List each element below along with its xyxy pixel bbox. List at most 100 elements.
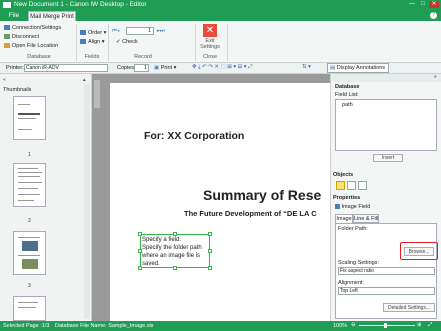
record-group-label: Record <box>134 54 152 60</box>
document-scrollbar-thumb[interactable] <box>94 80 100 108</box>
database-header: Database <box>335 84 360 90</box>
thumb-line <box>18 172 42 173</box>
thumb-line <box>18 307 36 308</box>
thumb-line <box>18 129 32 130</box>
thumb-image <box>22 259 38 269</box>
thumbnails-pane: « ▴ Thumbnails 1 2 3 <box>0 74 92 321</box>
connection-settings-button[interactable]: Connection/Settings <box>4 25 61 31</box>
toolbar-icons[interactable]: ✥ ⤓ ↶ ↷ ✕ ⬚ ⊞ ▾ ⊟ ▾ ⤢ <box>192 64 252 71</box>
field-list-label: Field List: <box>335 92 359 98</box>
fit-page-icon[interactable]: ⤢ <box>428 322 432 329</box>
zoom-level: 100% <box>333 323 348 329</box>
thumbnail-page-4[interactable] <box>13 296 46 321</box>
resize-handle[interactable] <box>138 266 142 270</box>
collapse-right-pane-icon[interactable]: » <box>434 74 437 80</box>
open-file-location-button[interactable]: Open File Location <box>4 43 58 49</box>
record-number-input[interactable]: 1 <box>126 27 154 35</box>
thumbnail-page-3[interactable] <box>13 231 46 275</box>
resize-handle[interactable] <box>173 266 177 270</box>
thumbnail-page-2[interactable] <box>13 163 46 207</box>
check-icon: ✔ <box>116 39 121 45</box>
thumbnails-title: Thumbnails <box>3 87 32 93</box>
printer-label: Printer: <box>6 65 24 71</box>
alignment-label: Alignment: <box>338 280 364 286</box>
close-group-label: Close <box>202 54 218 60</box>
thumb-line <box>18 237 40 238</box>
resize-handle[interactable] <box>208 249 212 253</box>
alignment-select[interactable]: Top Left <box>338 287 435 295</box>
zoom-out-icon[interactable]: ⊖ <box>351 322 356 328</box>
disconnect-button[interactable]: Disconnect <box>4 34 39 40</box>
field-list[interactable]: path <box>335 99 437 151</box>
annotation-icon: ▤ <box>330 65 336 71</box>
for-corporation-text[interactable]: For: XX Corporation <box>144 130 244 142</box>
objects-header: Objects <box>333 172 354 178</box>
ribbon-separator <box>227 24 228 61</box>
thumb-line <box>18 168 38 169</box>
minimize-button[interactable]: — <box>407 1 417 8</box>
app-icon <box>3 2 11 8</box>
tab-file[interactable]: File <box>2 11 26 21</box>
resize-handle[interactable] <box>138 232 142 236</box>
print-button[interactable]: ▣ Print ▾ <box>154 65 176 71</box>
tab-image[interactable]: Image <box>335 214 353 223</box>
collapse-pane-icon[interactable]: « <box>3 77 6 83</box>
properties-pane: » Database Field List: path Insert Objec… <box>330 74 441 321</box>
display-annotations-button[interactable]: ▤ Display Annotations <box>327 63 389 73</box>
align-icon <box>80 39 86 45</box>
database-group-label: Database <box>27 54 51 60</box>
check-button[interactable]: ✔ Check <box>116 39 138 45</box>
tab-line-fill[interactable]: Line & Fill <box>353 214 379 223</box>
help-icon[interactable]: ? <box>430 12 437 19</box>
maximize-button[interactable]: □ <box>418 1 428 8</box>
status-bar: Selected Page :1/3 Database File Name: S… <box>0 321 441 331</box>
thumb-line <box>18 118 36 119</box>
ribbon-separator <box>108 24 109 61</box>
summary-title-text[interactable]: Summary of Rese <box>203 187 321 203</box>
thumbnails-scrollbar[interactable] <box>84 84 90 319</box>
first-record-button[interactable]: ⏮◂ <box>112 28 119 35</box>
window-title: New Document 1 - Canon iW Desktop - Edit… <box>14 1 147 8</box>
detailed-settings-button[interactable]: Detailed Settings... <box>383 303 435 312</box>
resize-handle[interactable] <box>173 232 177 236</box>
folder-path-label: Folder Path: <box>338 226 368 232</box>
order-icon <box>80 30 86 36</box>
tab-mail-merge-print[interactable]: Mail Merge Print <box>28 11 76 21</box>
thumb-line <box>18 255 40 256</box>
document-page: For: XX Corporation Summary of Rese The … <box>110 83 330 323</box>
order-button[interactable]: Order ▾ <box>80 30 106 36</box>
thumbnail-number: 3 <box>28 283 31 289</box>
next-record-button[interactable]: ▸⏭ <box>157 28 165 35</box>
sort-icon[interactable]: ⇅ ▾ <box>302 64 311 70</box>
copies-label: Copies: <box>117 65 136 71</box>
insert-button[interactable]: Insert <box>373 154 403 162</box>
thumb-line <box>18 302 38 303</box>
thumb-line <box>18 182 42 183</box>
zoom-slider[interactable] <box>359 325 415 326</box>
thumb-line <box>18 176 40 177</box>
field-list-item[interactable]: path <box>342 102 353 108</box>
selected-page-status: Selected Page :1/3 <box>3 323 50 329</box>
scroll-up-icon[interactable]: ▴ <box>83 77 86 83</box>
folder-icon <box>4 43 10 49</box>
thumb-line <box>18 113 40 115</box>
close-button[interactable]: ✕ <box>429 1 439 8</box>
align-button[interactable]: Align ▾ <box>80 39 105 45</box>
fields-group-label: Fields <box>84 54 100 60</box>
zoom-slider-thumb[interactable] <box>384 323 387 328</box>
barcode-object-icon[interactable] <box>358 181 367 190</box>
text-object-icon[interactable] <box>347 181 356 190</box>
image-object-icon[interactable] <box>336 181 345 190</box>
scaling-select[interactable]: Fix aspect ratio <box>338 267 435 275</box>
exit-settings-icon[interactable]: ✕ <box>203 24 217 37</box>
resize-handle[interactable] <box>208 266 212 270</box>
thumbnail-page-1[interactable] <box>13 96 46 140</box>
copies-input[interactable]: 1 <box>134 64 149 72</box>
resize-handle[interactable] <box>138 249 142 253</box>
printer-select[interactable]: Canon iR-ADV <box>24 64 108 72</box>
zoom-in-icon[interactable]: ⊕ <box>417 322 422 328</box>
image-field-box[interactable]: Specify a field. Specify the folder path… <box>140 234 210 268</box>
exit-settings-button[interactable]: Exit Settings <box>196 38 224 50</box>
resize-handle[interactable] <box>208 232 212 236</box>
subtitle-text[interactable]: The Future Development of “DE LA C <box>184 209 317 218</box>
